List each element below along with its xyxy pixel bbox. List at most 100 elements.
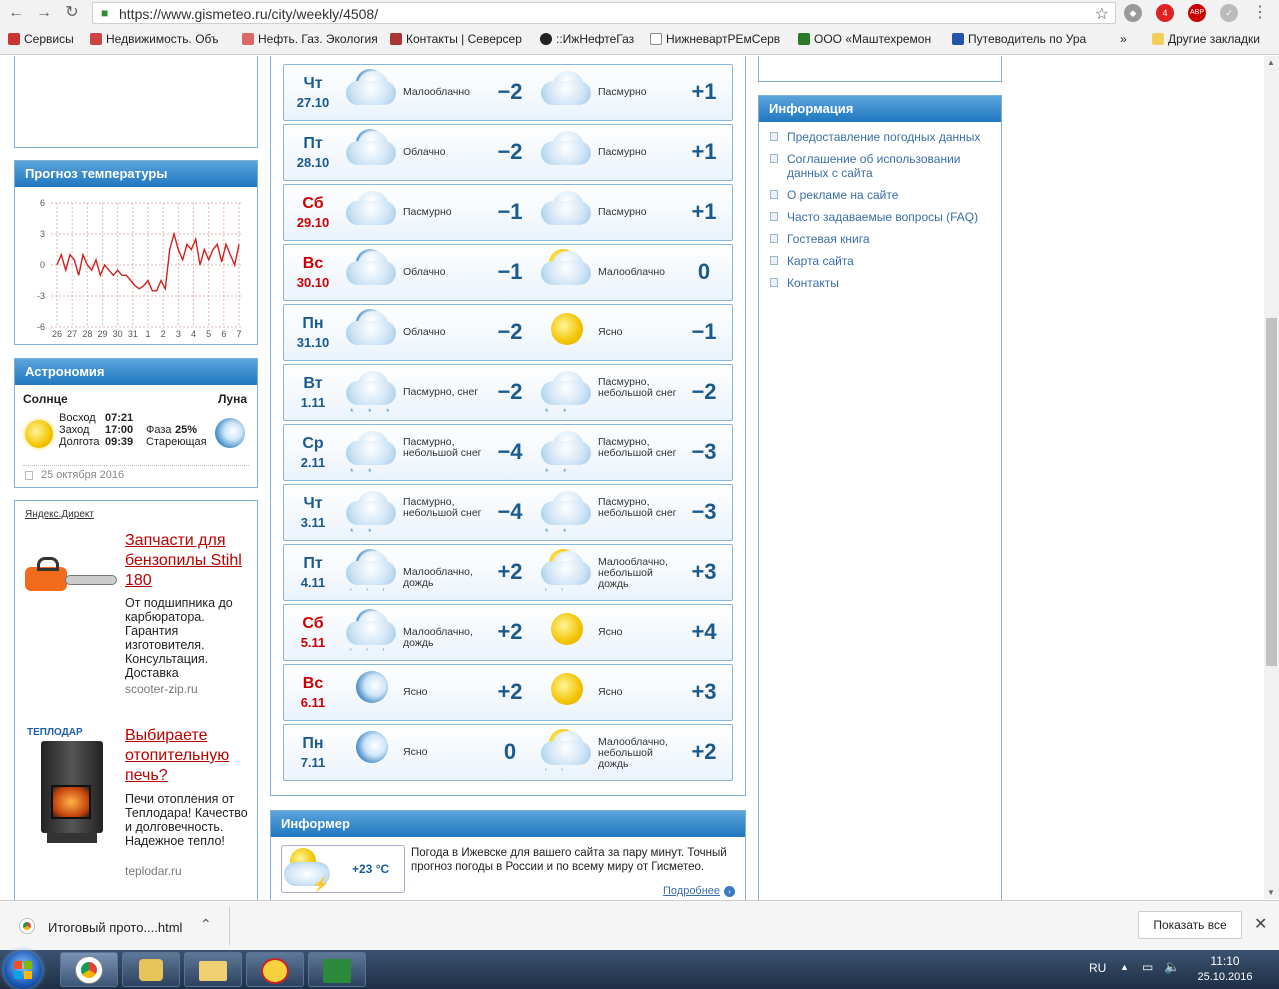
night-temperature: −2 (497, 139, 523, 164)
forecast-row[interactable]: Чт 27.10 Малооблачно −2 Пасмурно +1 (283, 64, 733, 121)
language-indicator[interactable]: RU (1089, 961, 1106, 975)
bookmark-item[interactable]: НижневартРЕмСерв (650, 32, 790, 46)
1c-icon (261, 958, 289, 984)
site-icon (952, 33, 964, 45)
x-tick-label: 2 (161, 329, 166, 339)
day-condition: Пасмурно (598, 86, 647, 98)
forecast-row[interactable]: Пн 7.11 Ясно 0 ' ' Малооблачно, небольшой дож… (283, 724, 733, 781)
arrow-right-icon[interactable]: › (724, 886, 735, 897)
close-icon[interactable]: ✕ (1254, 914, 1267, 934)
day-condition: Пасмурно (598, 206, 647, 218)
chainsaw-image[interactable] (25, 553, 117, 599)
scroll-down-icon[interactable]: ▼ (1267, 888, 1275, 897)
network-icon[interactable]: ▭ (1142, 960, 1153, 974)
bookmark-item[interactable]: ООО «Маштехремон (798, 32, 938, 46)
menu-icon[interactable]: ⋮ (1250, 4, 1270, 22)
back-icon[interactable]: ← (6, 4, 26, 22)
show-all-button[interactable]: Показать все (1138, 911, 1242, 939)
forecast-day: Сб (302, 615, 324, 632)
bookmark-star-icon[interactable]: ☆ (1095, 4, 1109, 24)
start-button[interactable] (4, 951, 42, 989)
forecast-row[interactable]: Вс 6.11 Ясно +2 Ясно +3 (283, 664, 733, 721)
night-condition: Малооблачно, дождь (403, 626, 473, 649)
teplodar-logo: ТЕПЛОДАР (27, 727, 83, 738)
cloud-icon: * * (539, 429, 595, 477)
scroll-up-icon[interactable]: ▲ (1267, 58, 1275, 67)
forecast-row[interactable]: Вс 30.10 Облачно −1 Малооблачно 0 (283, 244, 733, 301)
taskbar-app[interactable] (122, 952, 180, 987)
volume-icon[interactable]: 🔈 (1164, 959, 1180, 975)
forecast-row[interactable]: Пт 28.10 Облачно −2 Пасмурно +1 (283, 124, 733, 181)
ads-label[interactable]: Яндекс.Директ (25, 509, 94, 520)
forecast-date: 4.11 (300, 575, 326, 590)
taskbar-chrome[interactable] (60, 952, 118, 987)
cloud-icon (539, 189, 595, 227)
sun-cloud-icon (539, 249, 595, 287)
day-condition: Малооблачно, небольшой дождь (598, 556, 668, 590)
x-tick-label: 31 (128, 329, 138, 339)
extension-badge-icon[interactable]: 4 (1156, 4, 1174, 22)
bookmark-item[interactable]: ::ИжНефтеГаз (540, 32, 640, 46)
bookmark-folder-other[interactable]: Другие закладки (1152, 32, 1272, 46)
night-temperature: 0 (503, 739, 517, 764)
forecast-row[interactable]: Сб 5.11 ' ' ' Малооблачно, дождь +2 Ясно +4 (283, 604, 733, 661)
bookmark-apps[interactable]: Сервисы (8, 32, 88, 46)
chevron-up-icon[interactable]: ⌃ (200, 916, 212, 933)
bookmark-item[interactable]: Нефть. Газ. Экология (242, 32, 382, 46)
bookmark-item[interactable]: Контакты | Северсер (390, 32, 530, 46)
lightning-icon: ⚡ (312, 876, 330, 892)
site-icon (90, 33, 102, 45)
ad-url-stove[interactable]: teplodar.ru (125, 864, 182, 878)
forecast-day: Пн (302, 315, 324, 332)
taskbar-1c[interactable] (246, 952, 304, 987)
informer-widget[interactable]: ⚡ +23 °C (281, 845, 405, 893)
ad-url-chainsaw[interactable]: scooter-zip.ru (125, 682, 198, 696)
bullet-icon (770, 256, 778, 265)
bullet-icon (770, 132, 778, 141)
day-temperature: +4 (691, 619, 717, 644)
forecast-row[interactable]: Чт 3.11 * * Пасмурно, небольшой снег −4 * * Па… (283, 484, 733, 541)
forecast-row[interactable]: Ср 2.11 * * Пасмурно, небольшой снег −4 * * Па… (283, 424, 733, 481)
page-scrollbar[interactable]: ▲ ▼ (1264, 56, 1279, 899)
moon-cloud-icon (344, 249, 400, 287)
cloud-icon: * * (344, 489, 400, 537)
browser-toolbar: ← → ↻ ■ https://www.gismeteo.ru/city/wee… (0, 0, 1279, 55)
bookmark-item[interactable]: Путеводитель по Ура (952, 32, 1092, 46)
taskbar-excel[interactable] (308, 952, 366, 987)
night-temperature: +2 (497, 619, 523, 644)
scrollbar-thumb[interactable] (1266, 318, 1277, 666)
night-temperature: −4 (497, 439, 523, 464)
stove-image[interactable] (37, 741, 107, 845)
ad-title-stove[interactable]: Выбираете отопительную печь? (125, 726, 250, 786)
forward-icon[interactable]: → (34, 4, 54, 22)
reload-icon[interactable]: ↻ (62, 4, 82, 22)
moon-phase-value: 25% (175, 424, 198, 436)
forecast-day: Ср (302, 435, 324, 452)
taskbar-explorer[interactable] (184, 952, 242, 987)
ad-title-chainsaw[interactable]: Запчасти для бензопилы Stihl 180 (125, 531, 250, 591)
download-filename[interactable]: Итоговый прото....html (48, 920, 182, 935)
tray-up-icon[interactable]: ▲ (1120, 962, 1129, 972)
informer-more-link[interactable]: Подробнее (663, 885, 720, 897)
page-icon: ■ (101, 6, 109, 20)
forecast-row[interactable]: Пн 31.10 Облачно −2 Ясно −1 (283, 304, 733, 361)
url-text[interactable]: https://www.gismeteo.ru/city/weekly/4508… (119, 6, 378, 22)
temperature-chart: 630-3-626 27 28 29 30 31 1 2 3 4 5 6 7 (37, 198, 243, 339)
bookmarks-overflow[interactable]: » (1120, 32, 1140, 46)
daylength-value: 09:39 (105, 436, 134, 448)
bookmark-item[interactable]: Недвижимость. Объ (90, 32, 235, 46)
address-bar[interactable]: ■ https://www.gismeteo.ru/city/weekly/45… (92, 2, 1116, 24)
forecast-date: 3.11 (300, 515, 326, 530)
forecast-date: 30.10 (296, 275, 330, 290)
forecast-row[interactable]: Вт 1.11 * * * Пасмурно, снег −2 * * Пасмурно, … (283, 364, 733, 421)
clock-app-icon (139, 959, 163, 981)
clock-date[interactable]: 25.10.2016 (1192, 971, 1258, 983)
forecast-row[interactable]: Сб 29.10 Пасмурно −1 Пасмурно +1 (283, 184, 733, 241)
extension-icon[interactable]: ◆ (1124, 4, 1142, 22)
adblock-icon[interactable]: ABP (1188, 4, 1206, 22)
y-tick-label: 0 (40, 260, 45, 270)
shield-icon[interactable]: ✓ (1220, 4, 1238, 22)
clock-time[interactable]: 11:10 (1200, 954, 1250, 968)
day-temperature: 0 (697, 259, 711, 284)
forecast-row[interactable]: Пт 4.11 ' ' ' Малооблачно, дождь +2 ' ' Малооб… (283, 544, 733, 601)
